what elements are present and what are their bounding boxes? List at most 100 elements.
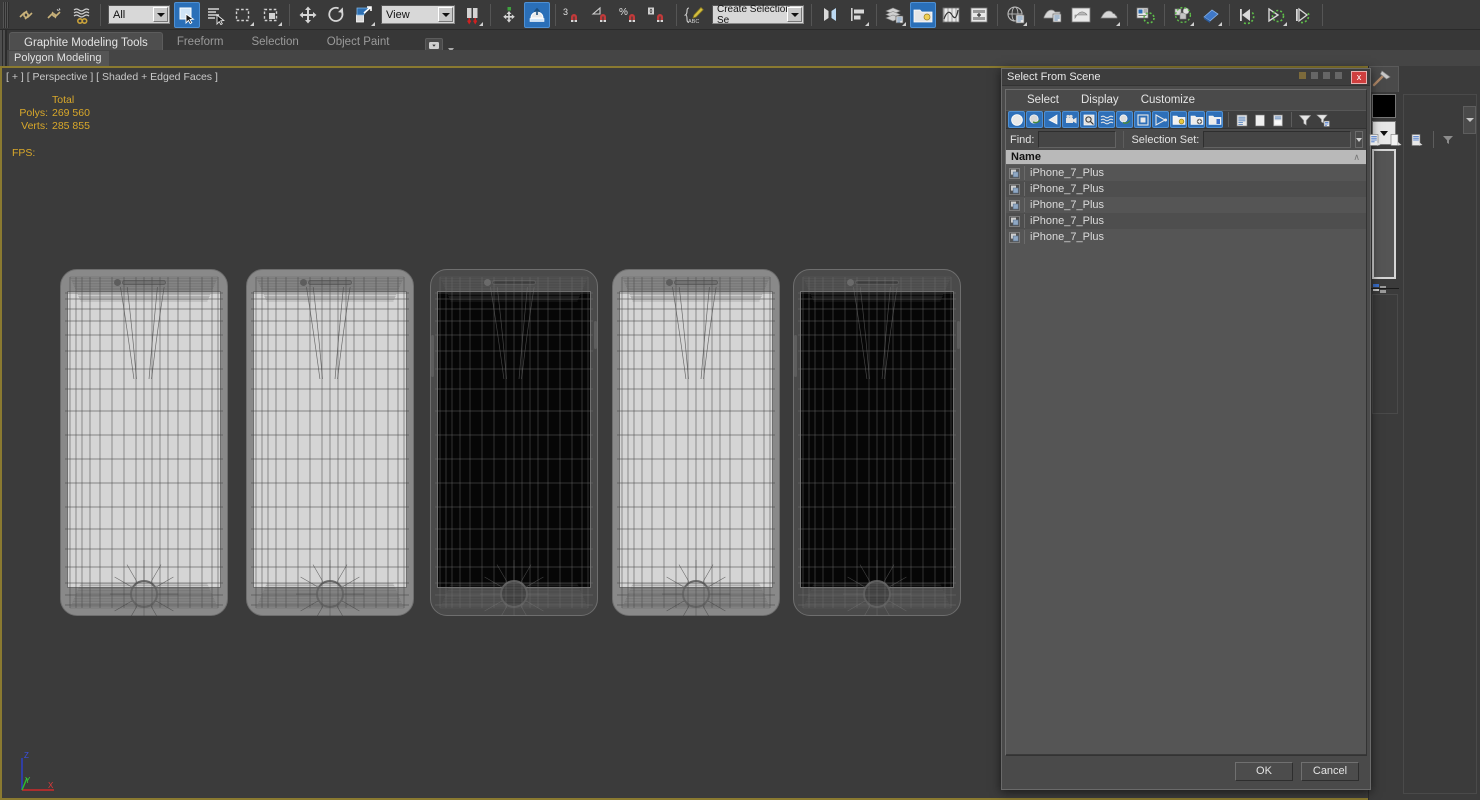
command-panel-listbox[interactable]	[1372, 149, 1396, 279]
link-icon[interactable]	[13, 2, 39, 28]
display-frozen-icon[interactable]	[1206, 111, 1223, 128]
menu-display[interactable]: Display	[1070, 92, 1130, 108]
cancel-button[interactable]: Cancel	[1301, 761, 1359, 781]
edit-named-selection-sets-button[interactable]: ABC	[682, 2, 708, 28]
display-geometry-icon[interactable]	[1008, 111, 1025, 128]
list-item[interactable]: iPhone_7_Plus	[1006, 229, 1366, 245]
list-item[interactable]: iPhone_7_Plus	[1006, 213, 1366, 229]
angle-snap-toggle-button[interactable]	[589, 2, 615, 28]
filter-toggle-icon[interactable]	[1441, 131, 1455, 148]
scene-object-iphone-7-plus[interactable]	[793, 269, 961, 616]
selection-set-chevron-down-icon[interactable]	[1355, 131, 1364, 148]
tab-graphite-modeling-tools[interactable]: Graphite Modeling Tools	[9, 32, 163, 52]
scene-object-iphone-7-plus[interactable]	[430, 269, 598, 616]
snap-3d-toggle-button[interactable]: 3	[561, 2, 587, 28]
expand-selected-icon[interactable]	[1269, 111, 1286, 128]
display-groups-icon[interactable]	[1116, 111, 1133, 128]
menu-customize[interactable]: Customize	[1130, 92, 1206, 108]
ok-button[interactable]: OK	[1235, 761, 1293, 781]
select-and-rotate-button[interactable]	[323, 2, 349, 28]
display-bones-icon[interactable]	[1152, 111, 1169, 128]
ribbon-panel-grip[interactable]	[0, 50, 7, 66]
display-particles-icon[interactable]	[1188, 111, 1205, 128]
percent-snap-toggle-button[interactable]: %	[617, 2, 643, 28]
unlink-icon[interactable]	[41, 2, 67, 28]
play-state-button[interactable]	[1263, 2, 1289, 28]
close-icon[interactable]: x	[1351, 71, 1367, 84]
selection-filter-combo[interactable]: All	[108, 5, 170, 24]
menu-select[interactable]: Select	[1016, 92, 1070, 108]
display-space-warps-icon[interactable]	[1098, 111, 1115, 128]
scene-object-iphone-7-plus[interactable]	[246, 269, 414, 616]
collapse-all-icon[interactable]	[1251, 111, 1268, 128]
named-selection-sets-combo[interactable]: Create Selection Se	[712, 4, 804, 26]
expand-all-icon[interactable]	[1233, 111, 1250, 128]
open-explorer-button[interactable]	[1133, 2, 1159, 28]
select-object-button[interactable]	[174, 1, 200, 28]
list-item-label: iPhone_7_Plus	[1024, 214, 1104, 228]
list-item[interactable]: iPhone_7_Plus	[1006, 181, 1366, 197]
list-item[interactable]: iPhone_7_Plus	[1006, 197, 1366, 213]
select-from-scene-dialog[interactable]: Select From Scene x Select Display Custo…	[1001, 68, 1454, 790]
align-button[interactable]	[845, 2, 871, 28]
render-production-button[interactable]	[1096, 2, 1122, 28]
previous-state-button[interactable]	[1235, 2, 1261, 28]
add-selection-set-button[interactable]	[1367, 131, 1383, 148]
schematic-view-button[interactable]	[966, 2, 992, 28]
window-crossing-button[interactable]	[258, 2, 284, 28]
render-setup-button[interactable]	[1040, 2, 1066, 28]
scene-object-list[interactable]: iPhone_7_Plus iPhone_7_Plus iPhone_7_Plus i…	[1006, 165, 1366, 755]
select-and-move-button[interactable]	[295, 2, 321, 28]
rectangular-selection-region-button[interactable]	[230, 2, 256, 28]
snaps-toggle-button[interactable]	[524, 1, 550, 28]
mirror-button[interactable]	[817, 2, 843, 28]
material-editor-button[interactable]	[1003, 2, 1029, 28]
tab-freeform[interactable]: Freeform	[163, 32, 238, 52]
display-xrefs-icon[interactable]	[1134, 111, 1151, 128]
viewport-label[interactable]: [ + ] [ Perspective ] [ Shaded + Edged F…	[6, 71, 218, 83]
sort-ascending-icon[interactable]: ∧	[1353, 152, 1360, 163]
column-header-name[interactable]: Name ∧	[1006, 150, 1366, 165]
display-shapes-icon[interactable]	[1026, 111, 1043, 128]
selection-set-input[interactable]	[1203, 131, 1352, 148]
filter-icon[interactable]	[1296, 111, 1313, 128]
chevron-down-icon[interactable]	[438, 7, 453, 22]
select-by-name-button[interactable]	[202, 2, 228, 28]
display-containers-icon[interactable]	[1170, 111, 1187, 128]
tab-object-paint[interactable]: Object Paint	[313, 32, 404, 52]
display-lights-icon[interactable]	[1044, 111, 1061, 128]
advanced-filter-icon[interactable]	[1314, 111, 1331, 128]
rendered-frame-window-button[interactable]	[1068, 2, 1094, 28]
remove-selection-set-button[interactable]	[1388, 131, 1404, 148]
curve-editor-button[interactable]	[938, 2, 964, 28]
search-input[interactable]	[1038, 131, 1117, 148]
rename-selection-set-button[interactable]	[1409, 131, 1425, 148]
chevron-down-icon[interactable]	[153, 7, 168, 22]
objects-icon[interactable]	[1170, 2, 1196, 28]
ribbon-grip[interactable]	[0, 30, 7, 52]
panel-polygon-modeling[interactable]: Polygon Modeling	[9, 50, 110, 66]
chevron-down-icon[interactable]	[787, 7, 802, 22]
eraser-icon[interactable]	[1198, 2, 1224, 28]
next-state-button[interactable]	[1291, 2, 1317, 28]
dialog-title-bar[interactable]: Select From Scene x	[1002, 69, 1370, 86]
select-and-scale-button[interactable]	[351, 2, 377, 28]
reference-coordinate-system-combo[interactable]: View	[381, 5, 455, 24]
scene-object-iphone-7-plus[interactable]	[60, 269, 228, 616]
tab-selection[interactable]: Selection	[237, 32, 312, 52]
scene-explorer-button[interactable]	[910, 1, 936, 28]
bind-space-warp-icon[interactable]	[69, 2, 95, 28]
spinner-snap-toggle-button[interactable]	[645, 2, 671, 28]
use-pivot-point-center-button[interactable]	[459, 2, 485, 28]
command-panel-rollout[interactable]	[1372, 294, 1398, 414]
object-color-swatch[interactable]	[1372, 94, 1396, 118]
layer-explorer-button[interactable]	[882, 2, 908, 28]
select-and-manipulate-button[interactable]	[496, 2, 522, 28]
display-helpers-icon[interactable]	[1080, 111, 1097, 128]
list-item[interactable]: iPhone_7_Plus	[1006, 165, 1366, 181]
command-panel-scroll-down-button[interactable]	[1463, 106, 1476, 134]
create-tab[interactable]	[1369, 66, 1399, 92]
scene-object-iphone-7-plus[interactable]	[612, 269, 780, 616]
toolbar-grip[interactable]	[3, 1, 9, 28]
display-cameras-icon[interactable]	[1062, 111, 1079, 128]
